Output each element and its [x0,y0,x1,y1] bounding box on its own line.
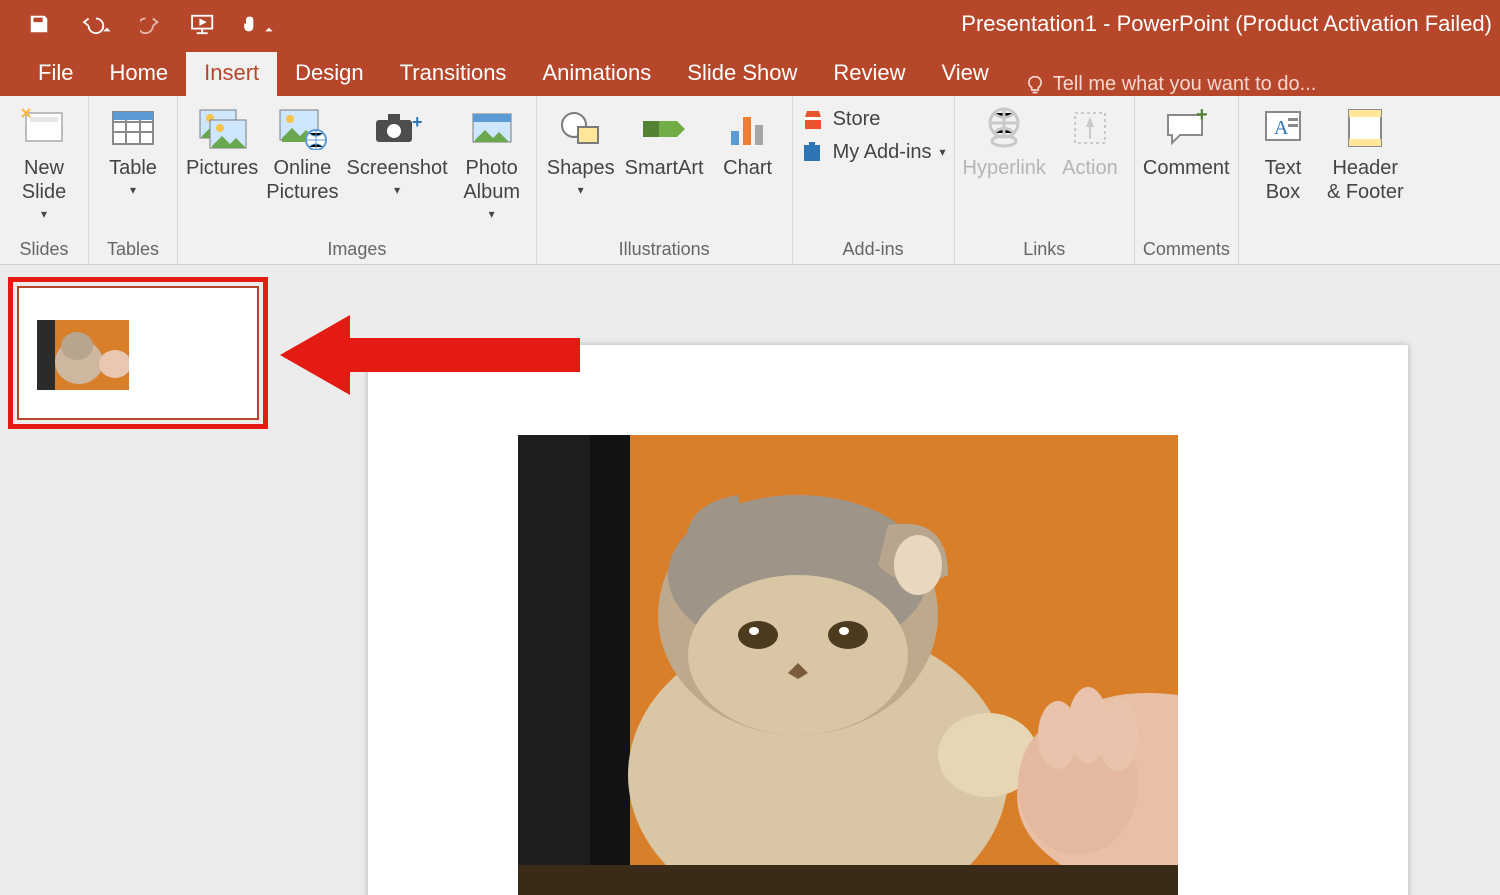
text-box-button[interactable]: A Text Box [1247,102,1319,204]
redo-icon[interactable] [140,13,162,35]
save-icon[interactable] [28,13,50,35]
photo-album-button[interactable]: Photo Album ▾ [456,102,528,226]
pictures-icon [196,104,248,152]
group-label: Images [186,239,528,262]
my-addins-button[interactable]: My Add-ins ▾ [801,141,946,164]
hyperlink-icon [981,104,1027,152]
chevron-down-icon: ▾ [394,178,400,202]
header-footer-button[interactable]: Header & Footer [1327,102,1404,204]
shapes-icon [558,104,604,152]
chart-icon [725,104,771,152]
workspace [0,265,1500,895]
group-links: Hyperlink Action Links [955,96,1135,264]
slide-thumbnail-1-highlight [8,277,268,429]
slide-thumbnails-pane[interactable] [0,265,276,895]
screenshot-button[interactable]: + Screenshot ▾ [347,102,448,202]
chevron-down-icon: ▾ [940,145,946,159]
tab-animations[interactable]: Animations [524,52,669,96]
smartart-icon [639,104,689,152]
text-box-icon: A [1262,104,1304,152]
addins-icon [801,142,825,164]
online-pictures-button[interactable]: Online Pictures [266,102,338,204]
group-label: Links [963,239,1126,262]
group-comments: + Comment Comments [1135,96,1239,264]
tab-slide-show[interactable]: Slide Show [669,52,815,96]
tab-transitions[interactable]: Transitions [382,52,525,96]
new-slide-button[interactable]: New Slide ▾ [8,102,80,226]
action-button[interactable]: Action [1054,102,1126,180]
chevron-down-icon: ▾ [489,202,495,226]
photo-album-icon [467,104,517,152]
store-icon [801,109,825,131]
group-label: Add-ins [801,239,946,262]
tab-home[interactable]: Home [91,52,186,96]
screenshot-icon: + [372,104,422,152]
cat-image-icon[interactable] [518,435,1178,895]
title-bar: Presentation1 - PowerPoint (Product Acti… [0,0,1500,48]
window-title: Presentation1 - PowerPoint (Product Acti… [274,11,1500,37]
group-text: A Text Box Header & Footer Text [1239,96,1412,264]
tab-design[interactable]: Design [277,52,381,96]
smartart-button[interactable]: SmartArt [625,102,704,180]
comment-button[interactable]: + Comment [1143,102,1230,180]
group-slides: New Slide ▾ Slides [0,96,89,264]
group-label: Illustrations [545,239,784,262]
action-icon [1069,104,1111,152]
svg-text:A: A [1274,117,1289,139]
tell-me-search[interactable]: Tell me what you want to do... [1025,73,1316,96]
shapes-button[interactable]: Shapes ▾ [545,102,617,202]
header-footer-icon [1345,104,1385,152]
chevron-down-icon: ▾ [41,202,47,226]
ribbon-tabs: File Home Insert Design Transitions Anim… [0,48,1500,96]
slide-canvas[interactable] [368,345,1408,895]
group-label: Tables [97,239,169,262]
group-images: Pictures Online Pictures + Screenshot ▾ [178,96,537,264]
store-button[interactable]: Store [801,108,946,131]
pictures-button[interactable]: Pictures [186,102,258,180]
tab-view[interactable]: View [924,52,1007,96]
group-illustrations: Shapes ▾ SmartArt Chart Illustrations [537,96,793,264]
group-label: Comments [1143,239,1230,262]
online-pictures-icon [276,104,328,152]
new-slide-icon [20,104,68,152]
ribbon: New Slide ▾ Slides Table ▾ Tables Pictur [0,96,1500,265]
tell-me-placeholder: Tell me what you want to do... [1053,73,1316,96]
comment-icon: + [1162,104,1210,152]
tab-file[interactable]: File [20,52,91,96]
cat-image-thumbnail-icon [37,320,129,390]
undo-icon[interactable] [78,13,112,35]
quick-access-toolbar [0,13,274,35]
slide-thumbnail-1[interactable] [17,286,259,420]
group-label: Slides [8,239,80,262]
table-button[interactable]: Table ▾ [97,102,169,202]
lightbulb-icon [1025,75,1045,95]
group-addins: Store My Add-ins ▾ Add-ins [793,96,955,264]
svg-text:+: + [412,112,422,132]
slide-thumbnail-image [25,294,251,412]
group-tables: Table ▾ Tables [89,96,178,264]
chevron-down-icon: ▾ [130,178,136,202]
start-from-beginning-icon[interactable] [190,13,212,35]
table-icon [111,104,155,152]
touch-mouse-mode-icon[interactable] [240,13,274,35]
tab-insert[interactable]: Insert [186,52,277,96]
chevron-down-icon: ▾ [578,178,584,202]
hyperlink-button[interactable]: Hyperlink [963,102,1046,180]
chart-button[interactable]: Chart [712,102,784,180]
tab-review[interactable]: Review [815,52,923,96]
svg-text:+: + [1196,107,1208,126]
slide-editor[interactable] [276,265,1500,895]
